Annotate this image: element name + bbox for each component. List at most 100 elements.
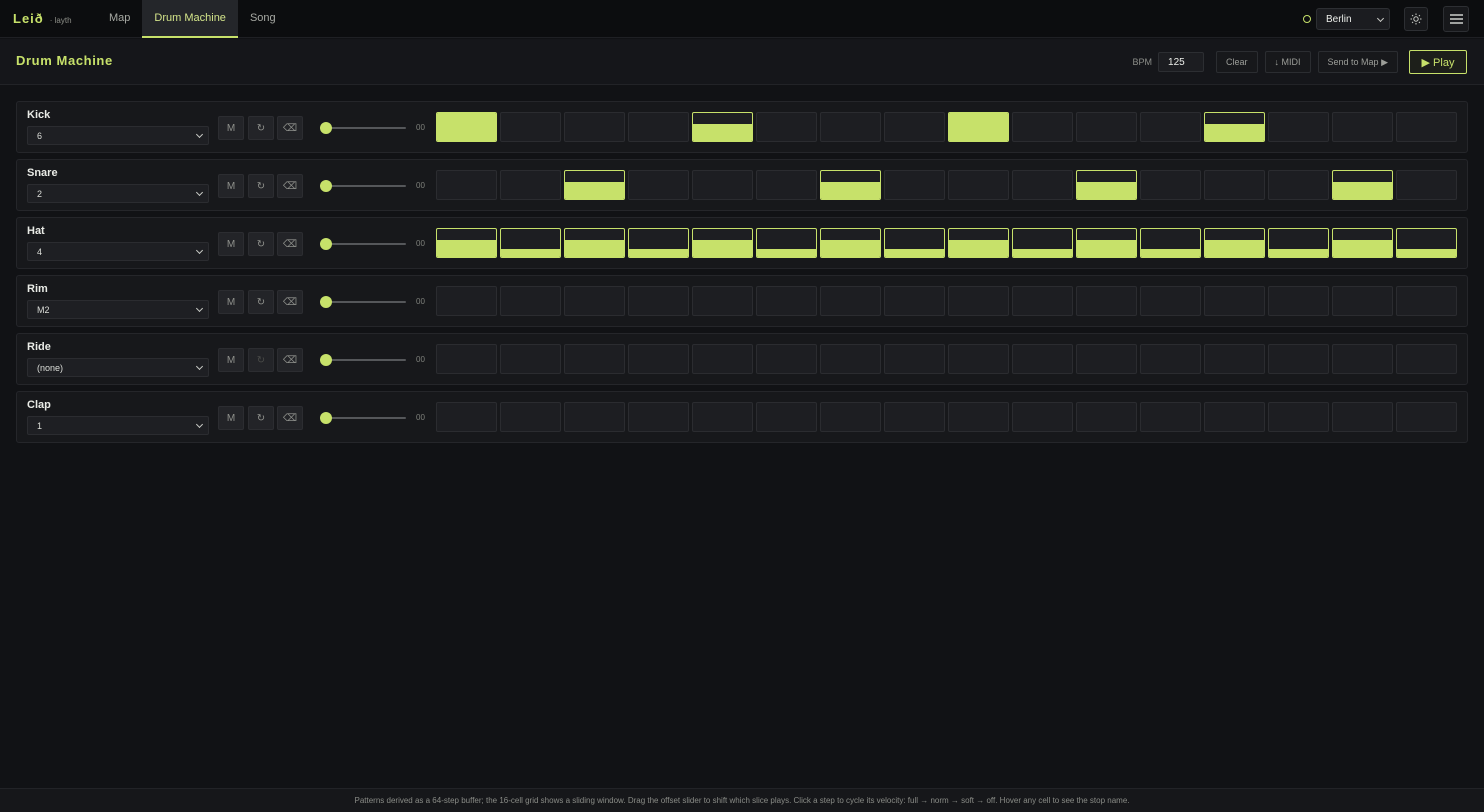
step-cell[interactable] <box>1076 344 1137 374</box>
clear-track-button[interactable]: ⌫ <box>277 290 303 314</box>
step-cell[interactable] <box>1268 286 1329 316</box>
step-cell[interactable] <box>1332 344 1393 374</box>
clear-track-button[interactable]: ⌫ <box>277 406 303 430</box>
step-cell[interactable] <box>884 402 945 432</box>
step-cell[interactable] <box>820 286 881 316</box>
clear-track-button[interactable]: ⌫ <box>277 348 303 372</box>
clear-track-button[interactable]: ⌫ <box>277 116 303 140</box>
step-cell[interactable] <box>628 228 689 258</box>
step-cell[interactable] <box>1140 228 1201 258</box>
step-cell[interactable] <box>948 228 1009 258</box>
app-logo[interactable]: Leið · layth <box>13 11 97 26</box>
loop-button[interactable]: ↻ <box>248 174 274 198</box>
step-cell[interactable] <box>1396 402 1457 432</box>
step-cell[interactable] <box>756 170 817 200</box>
step-cell[interactable] <box>884 112 945 142</box>
step-cell[interactable] <box>564 170 625 200</box>
loop-button[interactable]: ↻ <box>248 116 274 140</box>
step-cell[interactable] <box>628 170 689 200</box>
step-cell[interactable] <box>692 402 753 432</box>
step-cell[interactable] <box>500 228 561 258</box>
slider-thumb[interactable] <box>320 354 332 366</box>
step-cell[interactable] <box>1204 228 1265 258</box>
step-cell[interactable] <box>1140 170 1201 200</box>
step-cell[interactable] <box>692 170 753 200</box>
offset-slider[interactable] <box>320 296 406 308</box>
step-cell[interactable] <box>1396 228 1457 258</box>
step-cell[interactable] <box>692 344 753 374</box>
step-cell[interactable] <box>1268 228 1329 258</box>
step-cell[interactable] <box>628 344 689 374</box>
step-cell[interactable] <box>948 402 1009 432</box>
step-cell[interactable] <box>884 344 945 374</box>
loop-button[interactable]: ↻ <box>248 232 274 256</box>
step-cell[interactable] <box>436 402 497 432</box>
offset-slider[interactable] <box>320 180 406 192</box>
step-cell[interactable] <box>564 286 625 316</box>
step-cell[interactable] <box>436 344 497 374</box>
step-cell[interactable] <box>628 286 689 316</box>
step-cell[interactable] <box>820 402 881 432</box>
step-cell[interactable] <box>564 402 625 432</box>
step-cell[interactable] <box>1012 112 1073 142</box>
loop-button[interactable]: ↻ <box>248 406 274 430</box>
step-cell[interactable] <box>1268 112 1329 142</box>
mute-button[interactable]: M <box>218 116 244 140</box>
step-cell[interactable] <box>756 344 817 374</box>
step-cell[interactable] <box>628 402 689 432</box>
step-cell[interactable] <box>1204 286 1265 316</box>
mute-button[interactable]: M <box>218 406 244 430</box>
step-cell[interactable] <box>820 112 881 142</box>
step-cell[interactable] <box>1076 170 1137 200</box>
step-cell[interactable] <box>1204 402 1265 432</box>
midi-export-button[interactable]: ↓ MIDI <box>1264 51 1311 73</box>
bpm-input[interactable] <box>1158 52 1205 72</box>
step-cell[interactable] <box>1140 402 1201 432</box>
step-cell[interactable] <box>692 286 753 316</box>
step-cell[interactable] <box>756 286 817 316</box>
slider-thumb[interactable] <box>320 296 332 308</box>
step-cell[interactable] <box>564 228 625 258</box>
tab-map[interactable]: Map <box>97 0 142 38</box>
step-cell[interactable] <box>1140 112 1201 142</box>
step-cell[interactable] <box>436 170 497 200</box>
step-cell[interactable] <box>1332 112 1393 142</box>
step-cell[interactable] <box>1332 228 1393 258</box>
offset-slider[interactable] <box>320 412 406 424</box>
slider-thumb[interactable] <box>320 238 332 250</box>
menu-button[interactable] <box>1443 6 1469 32</box>
step-cell[interactable] <box>756 112 817 142</box>
step-cell[interactable] <box>1140 286 1201 316</box>
mute-button[interactable]: M <box>218 348 244 372</box>
step-cell[interactable] <box>820 344 881 374</box>
step-cell[interactable] <box>1396 344 1457 374</box>
sample-select[interactable]: 6 <box>27 126 209 145</box>
step-cell[interactable] <box>1332 402 1393 432</box>
city-select[interactable]: Berlin <box>1316 8 1390 30</box>
step-cell[interactable] <box>1076 228 1137 258</box>
mute-button[interactable]: M <box>218 290 244 314</box>
sample-select[interactable]: 4 <box>27 242 209 261</box>
step-cell[interactable] <box>1332 286 1393 316</box>
step-cell[interactable] <box>1204 170 1265 200</box>
step-cell[interactable] <box>1076 402 1137 432</box>
step-cell[interactable] <box>692 112 753 142</box>
step-cell[interactable] <box>948 344 1009 374</box>
sample-select[interactable]: (none) <box>27 358 209 377</box>
step-cell[interactable] <box>1204 344 1265 374</box>
step-cell[interactable] <box>1140 344 1201 374</box>
sample-select[interactable]: 1 <box>27 416 209 435</box>
offset-slider[interactable] <box>320 238 406 250</box>
step-cell[interactable] <box>1268 344 1329 374</box>
step-cell[interactable] <box>1332 170 1393 200</box>
step-cell[interactable] <box>948 112 1009 142</box>
step-cell[interactable] <box>756 228 817 258</box>
mute-button[interactable]: M <box>218 174 244 198</box>
step-cell[interactable] <box>1012 286 1073 316</box>
step-cell[interactable] <box>500 344 561 374</box>
step-cell[interactable] <box>820 228 881 258</box>
step-cell[interactable] <box>500 402 561 432</box>
step-cell[interactable] <box>500 286 561 316</box>
step-cell[interactable] <box>756 402 817 432</box>
slider-thumb[interactable] <box>320 122 332 134</box>
